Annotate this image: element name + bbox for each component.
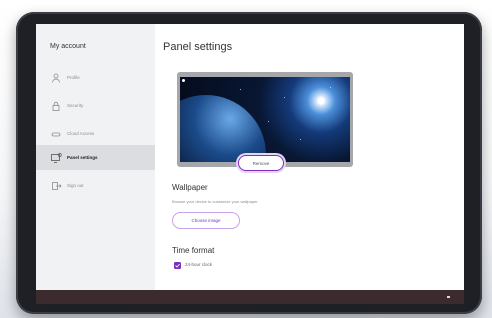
preview-indicator-dot bbox=[182, 79, 185, 82]
wallpaper-description: Browse your device to customize your wal… bbox=[172, 199, 258, 204]
sidebar-item-sign-out[interactable]: Sign out bbox=[36, 173, 155, 197]
panel-icon bbox=[50, 151, 62, 163]
main-panel: Panel settings Remove Wallpaper Browse y… bbox=[155, 24, 464, 290]
remove-wallpaper-button[interactable]: Remove bbox=[238, 155, 284, 171]
24-hour-clock-label: 24-hour clock bbox=[185, 262, 213, 267]
time-format-section-title: Time format bbox=[172, 246, 215, 255]
sidebar-item-label: Cloud Access bbox=[67, 130, 95, 136]
sidebar-item-profile[interactable]: Profile bbox=[36, 65, 155, 89]
planet-shape bbox=[180, 95, 266, 162]
sidebar-item-label: Security bbox=[67, 102, 84, 108]
sidebar-item-label: Profile bbox=[67, 74, 80, 80]
page-title: Panel settings bbox=[163, 41, 233, 53]
taskbar bbox=[36, 290, 464, 304]
wallpaper-section-title: Wallpaper bbox=[172, 183, 208, 192]
choose-image-button[interactable]: Choose image bbox=[172, 212, 240, 229]
checkmark-icon bbox=[175, 263, 180, 268]
sidebar-item-panel-settings[interactable]: Panel settings bbox=[36, 145, 155, 170]
sidebar-item-label: Panel settings bbox=[67, 155, 98, 160]
cloud-icon bbox=[50, 127, 62, 139]
sidebar-title: My account bbox=[50, 43, 86, 50]
next-section-title-clipped bbox=[172, 282, 220, 287]
panel-screen: My account Profile Security Cloud Access… bbox=[36, 24, 464, 290]
lock-icon bbox=[50, 99, 62, 111]
sidebar: My account Profile Security Cloud Access… bbox=[36, 24, 155, 290]
sidebar-item-label: Sign out bbox=[67, 182, 84, 188]
person-icon bbox=[50, 71, 62, 83]
wallpaper-preview-image bbox=[180, 77, 350, 162]
sign-out-icon bbox=[50, 179, 62, 191]
sidebar-item-security[interactable]: Security bbox=[36, 93, 155, 117]
sidebar-item-cloud-access[interactable]: Cloud Access bbox=[36, 121, 155, 145]
tray-indicator bbox=[447, 296, 450, 298]
24-hour-clock-checkbox[interactable] bbox=[174, 262, 181, 269]
